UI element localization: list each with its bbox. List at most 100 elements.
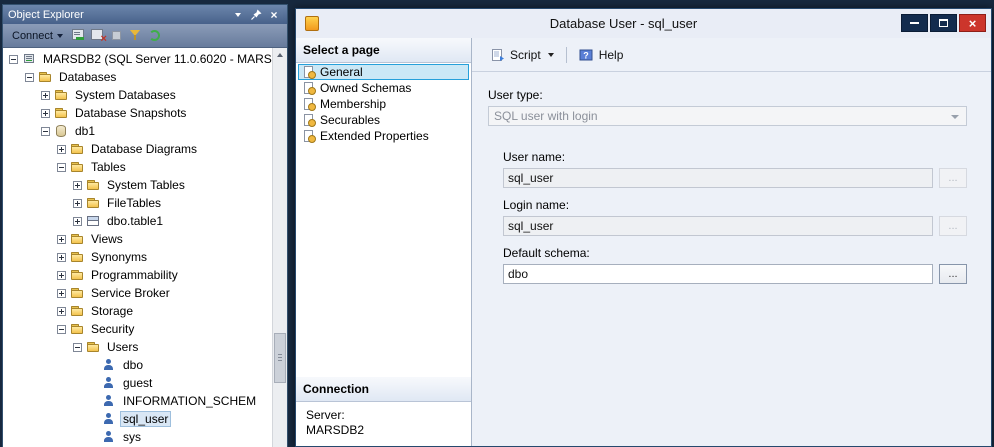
collapse-icon[interactable]: [41, 127, 50, 136]
user-type-select[interactable]: SQL user with login: [488, 106, 967, 126]
tree-item[interactable]: Views: [3, 230, 272, 248]
folder-icon: [86, 178, 100, 192]
collapse-icon[interactable]: [57, 163, 66, 172]
expand-icon[interactable]: [57, 145, 66, 154]
expand-icon[interactable]: [73, 199, 82, 208]
user-name-label: User name:: [503, 150, 967, 164]
page-item-membership[interactable]: Membership: [298, 96, 469, 112]
expand-icon[interactable]: [57, 253, 66, 262]
tree-item[interactable]: dbo: [3, 356, 272, 374]
tree-item[interactable]: Database Diagrams: [3, 140, 272, 158]
collapse-icon[interactable]: [57, 325, 66, 334]
tree-item[interactable]: Databases: [3, 68, 272, 86]
tree-item[interactable]: Security: [3, 320, 272, 338]
tree-item[interactable]: MARSDB2 (SQL Server 11.0.6020 - MARSD: [3, 50, 272, 68]
object-explorer-title: Object Explorer: [8, 9, 228, 21]
database-icon: [54, 124, 68, 138]
expand-icon[interactable]: [57, 307, 66, 316]
tree-item[interactable]: Users: [3, 338, 272, 356]
expand-icon[interactable]: [57, 235, 66, 244]
expand-icon[interactable]: [57, 289, 66, 298]
collapse-icon[interactable]: [25, 73, 34, 82]
window-position-icon[interactable]: [230, 8, 246, 22]
minimize-button[interactable]: [901, 14, 928, 32]
tree-item[interactable]: Service Broker: [3, 284, 272, 302]
tree-item[interactable]: INFORMATION_SCHEM: [3, 392, 272, 410]
scrollbar-thumb[interactable]: [274, 333, 286, 383]
svg-text:?: ?: [583, 50, 589, 60]
tree-item[interactable]: db1: [3, 122, 272, 140]
chevron-down-icon: [57, 34, 63, 38]
page-item-extended-properties[interactable]: Extended Properties: [298, 128, 469, 144]
tree-item[interactable]: dbo.table1: [3, 212, 272, 230]
page-icon: [302, 81, 316, 95]
tree-item[interactable]: System Databases: [3, 86, 272, 104]
tree-item[interactable]: Database Snapshots: [3, 104, 272, 122]
tree-item-label: Tables: [88, 159, 129, 175]
object-explorer-body: MARSDB2 (SQL Server 11.0.6020 - MARSDDat…: [3, 48, 287, 447]
page-item-securables[interactable]: Securables: [298, 112, 469, 128]
tree-item[interactable]: Tables: [3, 158, 272, 176]
tree-item[interactable]: Storage: [3, 302, 272, 320]
stop-icon[interactable]: [107, 26, 126, 45]
tree-item[interactable]: sql_user: [3, 410, 272, 428]
help-button[interactable]: ? Help: [574, 45, 629, 65]
close-button[interactable]: ×: [959, 14, 986, 32]
page-item-general[interactable]: General: [298, 64, 469, 80]
tree-item[interactable]: sys: [3, 428, 272, 446]
page-item-owned-schemas[interactable]: Owned Schemas: [298, 80, 469, 96]
server-label: Server:: [306, 408, 461, 423]
refresh-icon[interactable]: [145, 26, 164, 45]
page-icon: [302, 65, 316, 79]
tree-item[interactable]: Programmability: [3, 266, 272, 284]
tree-item-label: FileTables: [104, 195, 164, 211]
vertical-scrollbar[interactable]: [272, 48, 287, 447]
user-name-field[interactable]: [503, 168, 933, 188]
expand-icon[interactable]: [41, 91, 50, 100]
folder-icon: [70, 142, 84, 156]
expand-icon[interactable]: [73, 181, 82, 190]
tree-item[interactable]: FileTables: [3, 194, 272, 212]
filter-icon[interactable]: [126, 26, 145, 45]
scroll-up-icon[interactable]: [273, 48, 287, 62]
script-button[interactable]: Script: [486, 45, 559, 65]
script-icon: [491, 48, 505, 62]
default-schema-browse-button[interactable]: ...: [939, 264, 967, 284]
tree-item-label: Security: [88, 321, 137, 337]
object-explorer-toolbar: Connect: [3, 24, 287, 48]
script-button-label: Script: [510, 48, 541, 62]
tree-item-label: dbo: [120, 357, 146, 373]
pin-icon[interactable]: [248, 8, 264, 22]
default-schema-field[interactable]: [503, 264, 933, 284]
login-name-browse-button[interactable]: ...: [939, 216, 967, 236]
general-page: Script ? Help User type: SQL user with l…: [472, 38, 991, 446]
page-item-label: Owned Schemas: [320, 81, 411, 95]
maximize-button[interactable]: [930, 14, 957, 32]
user-name-browse-button[interactable]: ...: [939, 168, 967, 188]
tree-item-label: Storage: [88, 303, 136, 319]
expand-icon[interactable]: [41, 109, 50, 118]
page-icon: [302, 113, 316, 127]
expand-icon[interactable]: [57, 271, 66, 280]
folder-icon: [70, 232, 84, 246]
chevron-down-icon[interactable]: [548, 53, 554, 57]
login-name-field[interactable]: [503, 216, 933, 236]
object-explorer-titlebar[interactable]: Object Explorer ×: [3, 5, 287, 24]
collapse-icon[interactable]: [9, 55, 18, 64]
collapse-icon[interactable]: [73, 343, 82, 352]
connect-server-icon[interactable]: [69, 26, 88, 45]
dialog-titlebar[interactable]: Database User - sql_user ×: [296, 9, 991, 38]
tree-item[interactable]: System Tables: [3, 176, 272, 194]
tree-item[interactable]: guest: [3, 374, 272, 392]
close-icon[interactable]: ×: [266, 8, 282, 22]
folder-icon: [54, 88, 68, 102]
connect-button[interactable]: Connect: [7, 28, 68, 44]
help-button-label: Help: [599, 48, 624, 62]
disconnect-server-icon[interactable]: [88, 26, 107, 45]
help-icon: ?: [579, 48, 594, 62]
default-schema-label: Default schema:: [503, 246, 967, 260]
page-icon: [302, 129, 316, 143]
expand-icon[interactable]: [73, 217, 82, 226]
tree-item[interactable]: Synonyms: [3, 248, 272, 266]
folder-icon: [70, 286, 84, 300]
